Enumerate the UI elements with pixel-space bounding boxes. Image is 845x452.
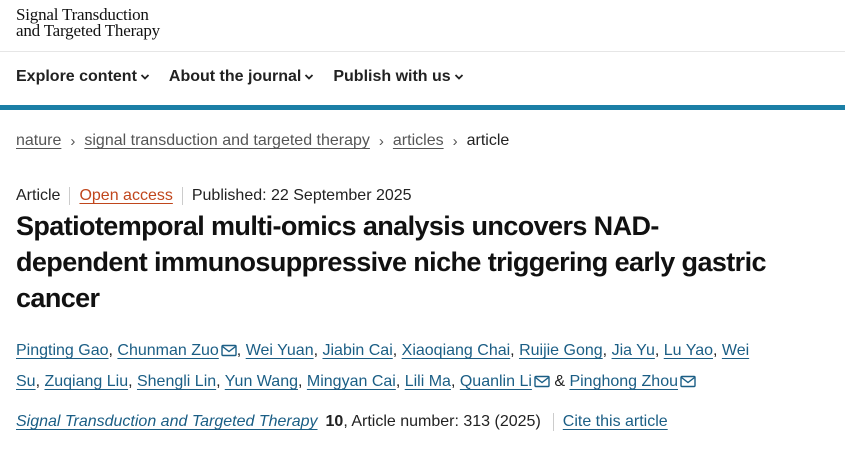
published-date: Published: 22 September 2025: [191, 187, 412, 204]
header-divider: [0, 51, 845, 52]
article-number: , Article number: 313 (2025): [343, 413, 541, 430]
author-link[interactable]: Mingyan Cai: [307, 373, 396, 390]
nav-label: Explore content: [16, 68, 137, 85]
divider: [181, 187, 183, 205]
chevron-down-icon: [140, 74, 150, 80]
nav-explore-content[interactable]: Explore content: [16, 68, 150, 86]
chevron-right-icon: ›: [378, 132, 384, 150]
article-type: Article: [16, 187, 61, 204]
author-link[interactable]: Jiabin Cai: [322, 342, 392, 359]
author-link[interactable]: Chunman Zuo: [117, 342, 218, 359]
author-link[interactable]: Zuqiang Liu: [44, 373, 128, 390]
volume: 10: [325, 413, 344, 430]
nav-about-journal[interactable]: About the journal: [169, 68, 314, 86]
nav-label: Publish with us: [333, 68, 451, 85]
divider: [69, 187, 71, 205]
breadcrumb-current: article: [466, 132, 510, 149]
site-logo[interactable]: Signal Transduction and Targeted Therapy: [16, 6, 160, 40]
author-link[interactable]: Wei Yuan: [246, 342, 314, 359]
chevron-down-icon: [454, 74, 463, 80]
nav-publish-with-us[interactable]: Publish with us: [333, 68, 463, 86]
mail-icon[interactable]: [680, 375, 696, 388]
article-title: Spatiotemporal multi-omics analysis unco…: [16, 211, 767, 313]
author-list: Pingting Gao, Chunman Zuo, Wei Yuan, Jia…: [16, 342, 750, 390]
chevron-right-icon: ›: [70, 132, 76, 150]
author-link[interactable]: Lu Yao: [664, 342, 713, 359]
chevron-down-icon: [305, 74, 314, 80]
cite-this-article-link[interactable]: Cite this article: [563, 413, 668, 431]
author-link[interactable]: Lili Ma: [405, 373, 451, 390]
author-link[interactable]: Quanlin Li: [460, 373, 532, 390]
author-link[interactable]: Yun Wang: [225, 373, 298, 390]
open-access-link[interactable]: Open access: [79, 187, 172, 205]
nav-label: About the journal: [168, 68, 302, 85]
main-nav: Explore content About the journal Publis…: [16, 68, 464, 86]
divider: [552, 413, 554, 431]
author-link[interactable]: Jia Yu: [612, 342, 655, 359]
author-link[interactable]: Pingting Gao: [16, 342, 109, 359]
journal-link[interactable]: Signal Transduction and Targeted Therapy: [16, 413, 318, 431]
article-meta: Article Open access Published: 22 Septem…: [16, 187, 412, 205]
breadcrumb-nature[interactable]: nature: [16, 132, 61, 150]
citation-line: Signal Transduction and Targeted Therapy…: [16, 413, 668, 431]
breadcrumb: nature › signal transduction and targete…: [16, 132, 509, 150]
accent-bar: [0, 105, 845, 110]
mail-icon[interactable]: [221, 344, 237, 357]
breadcrumb-journal[interactable]: signal transduction and targeted therapy: [84, 132, 370, 150]
breadcrumb-articles[interactable]: articles: [393, 132, 444, 150]
author-link[interactable]: Pinghong Zhou: [569, 373, 678, 390]
author-link[interactable]: Ruijie Gong: [519, 342, 603, 359]
logo-line-2: and Targeted Therapy: [16, 21, 160, 40]
author-link[interactable]: Shengli Lin: [137, 373, 216, 390]
mail-icon[interactable]: [534, 375, 550, 388]
chevron-right-icon: ›: [452, 132, 458, 150]
author-link[interactable]: Xiaoqiang Chai: [402, 342, 511, 359]
